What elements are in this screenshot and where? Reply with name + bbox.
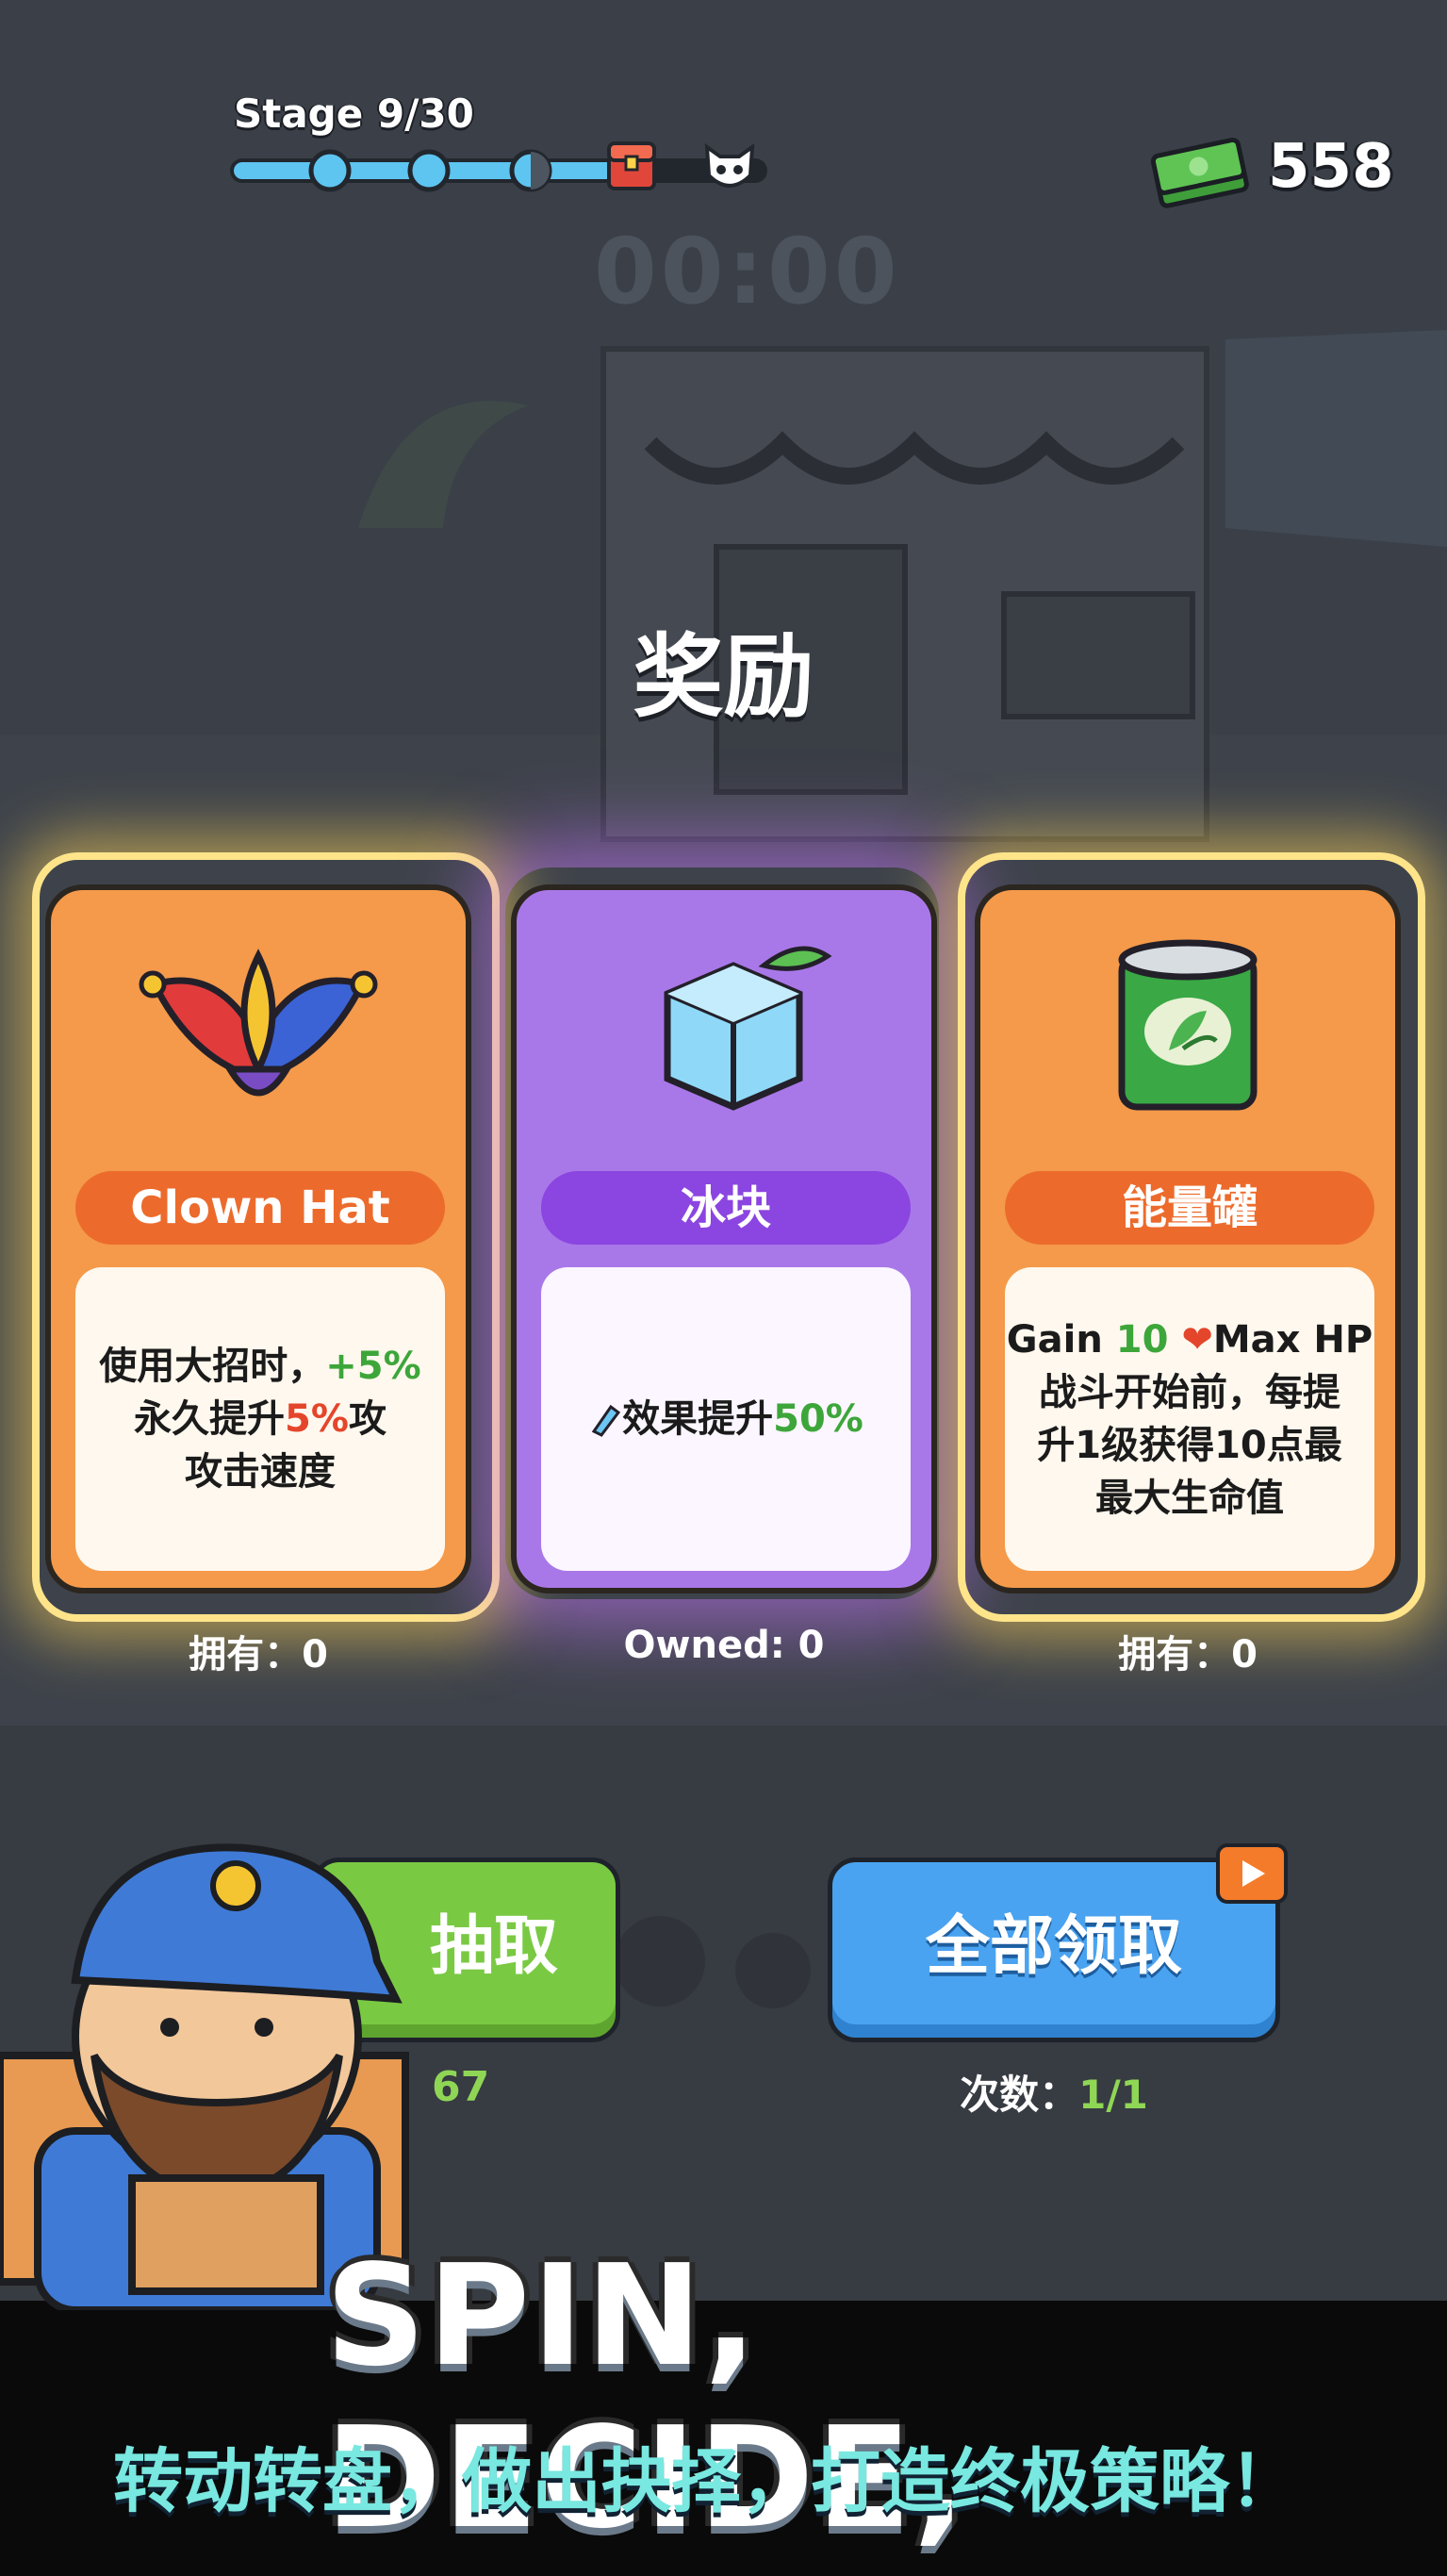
- heart-icon: ❤: [1181, 1318, 1213, 1362]
- stage-node-1: [308, 149, 352, 192]
- cash-amount: 558: [1268, 132, 1394, 202]
- card-name: 冰块: [541, 1171, 911, 1245]
- battle-timer: 00:00: [594, 219, 901, 324]
- claim-all-button[interactable]: 全部领取: [828, 1858, 1280, 2042]
- reward-card-energy-can[interactable]: 能量罐 Gain 10 ❤Max HP 战斗开始前，每提 升1级获得10点最 最…: [975, 884, 1401, 1593]
- stage-node-2: [407, 149, 451, 192]
- reward-title: 奖励: [633, 624, 814, 730]
- owned-count-energy-can: 拥有：0: [1118, 1633, 1258, 1676]
- owned-count-clown-hat: 拥有：0: [189, 1633, 328, 1676]
- clown-hat-icon: [139, 949, 378, 1097]
- reward-card-clown-hat[interactable]: Clown Hat 使用大招时，+5% 永久提升5%攻 攻击速度: [45, 884, 471, 1593]
- card-name: 能量罐: [1005, 1171, 1374, 1245]
- card-description: 效果提升50%: [541, 1267, 911, 1571]
- stage-label: Stage 9/30: [234, 91, 474, 137]
- treasure-chest-icon: [607, 141, 656, 190]
- reward-card-ice-cube[interactable]: 冰块 效果提升50%: [511, 884, 937, 1593]
- cash-stack-icon: [1150, 137, 1249, 208]
- card-description: 使用大招时，+5% 永久提升5%攻 攻击速度: [75, 1267, 445, 1571]
- boss-skull-icon: [704, 142, 755, 188]
- energy-can-icon: [1118, 939, 1258, 1111]
- owned-count-ice-cube: Owned: 0: [623, 1624, 825, 1667]
- card-name: Clown Hat: [75, 1171, 445, 1245]
- stage-progress-bar: [230, 149, 767, 192]
- claim-count: 次数：1/1: [960, 2072, 1148, 2118]
- card-description: Gain 10 ❤Max HP 战斗开始前，每提 升1级获得10点最 最大生命值: [1005, 1267, 1374, 1571]
- promo-subtitle: 转动转盘，做出抉择，打造终极策略！: [113, 2441, 1299, 2522]
- video-ad-icon: [1216, 1843, 1288, 1904]
- ice-shard-icon: [591, 1404, 621, 1437]
- ice-cube-icon: [664, 946, 832, 1111]
